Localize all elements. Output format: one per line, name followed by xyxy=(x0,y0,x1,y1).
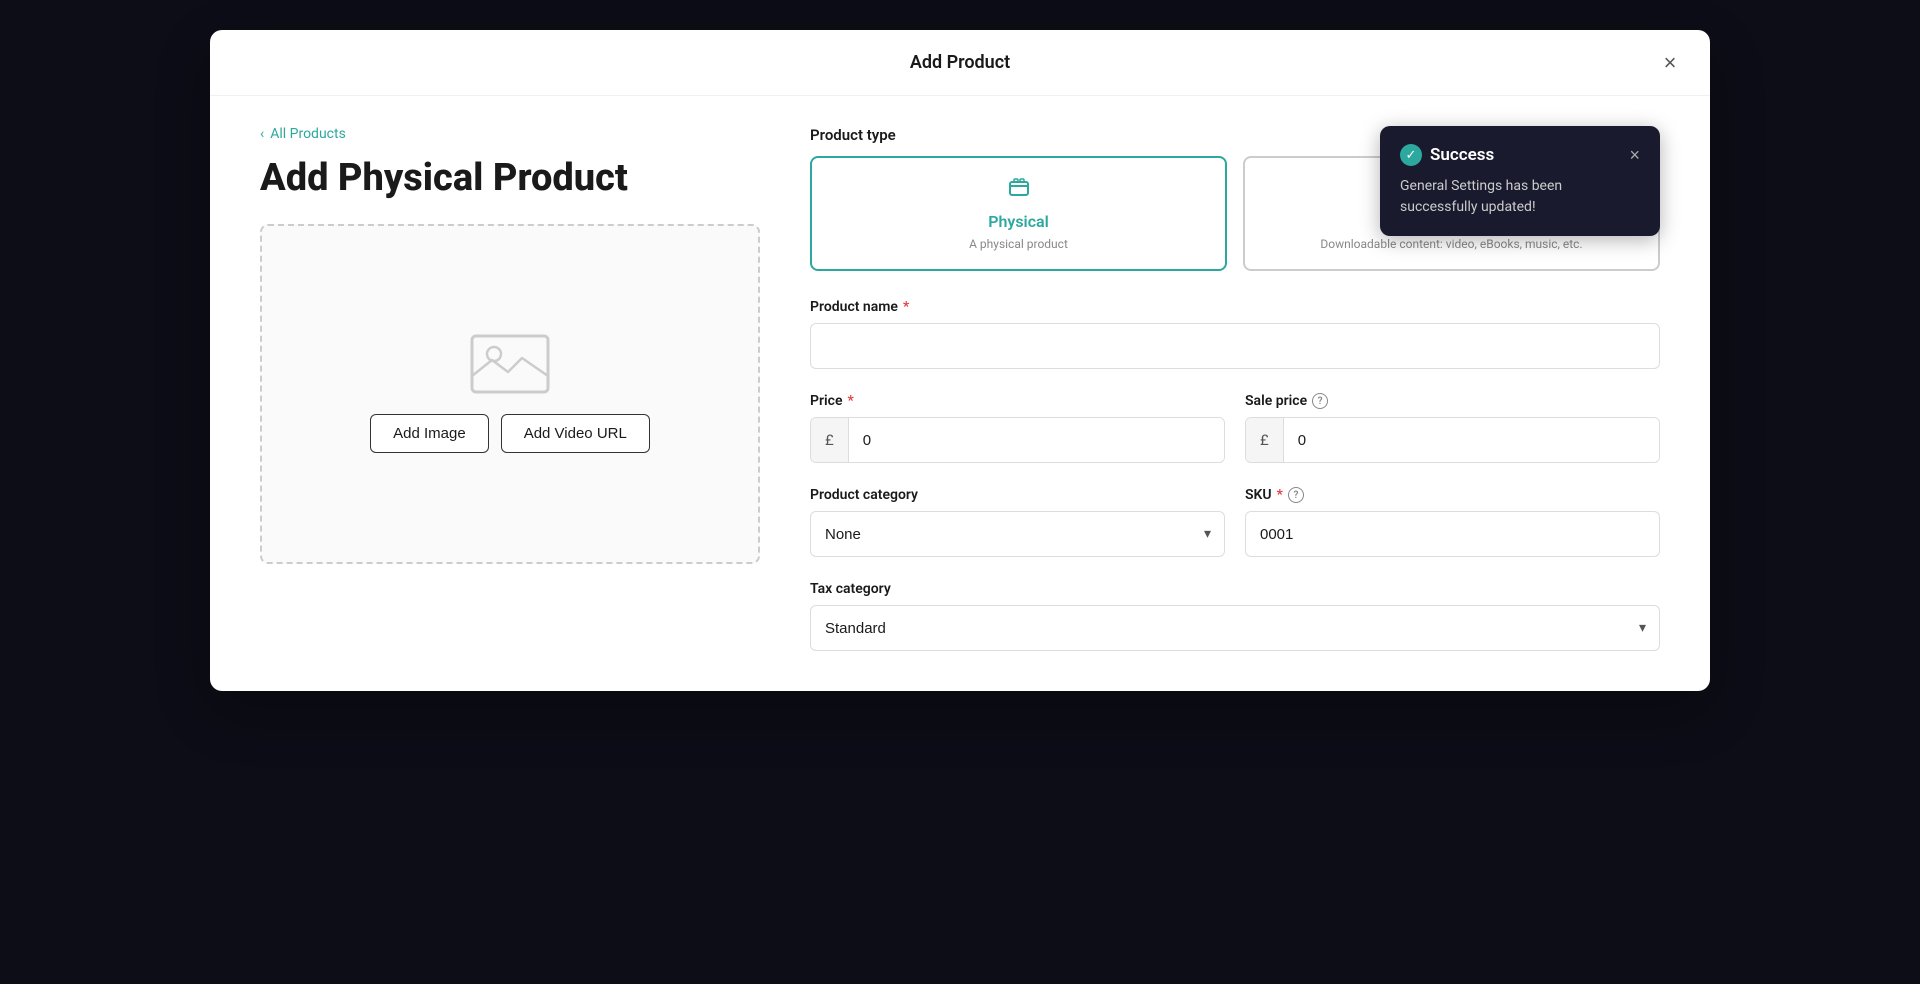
sku-required: * xyxy=(1277,487,1283,503)
product-name-label: Product name * xyxy=(810,299,1660,315)
sale-price-label: Sale price ? xyxy=(1245,393,1660,409)
price-row: Price * £ Sale price ? xyxy=(810,393,1660,463)
modal-header: Add Product × xyxy=(210,30,1710,96)
modal-overlay: Add Product × ‹ All Products Add Physica… xyxy=(0,0,1920,984)
tax-category-select[interactable]: Standard xyxy=(810,605,1660,651)
toast-title: Success xyxy=(1430,145,1494,165)
toast-header: ✓ Success × xyxy=(1400,144,1640,166)
sku-label: SKU * ? xyxy=(1245,487,1660,503)
right-column: ✓ Success × General Settings has been su… xyxy=(810,126,1660,651)
tax-category-group: Tax category Standard ▾ xyxy=(810,581,1660,651)
physical-type-name: Physical xyxy=(988,212,1049,231)
sku-group: SKU * ? xyxy=(1245,487,1660,557)
breadcrumb-chevron-icon: ‹ xyxy=(260,126,264,142)
sale-price-info-icon[interactable]: ? xyxy=(1312,393,1328,409)
category-select-wrapper: None ▾ xyxy=(810,511,1225,557)
toast-title-row: ✓ Success xyxy=(1400,144,1494,166)
add-image-button[interactable]: Add Image xyxy=(370,414,489,453)
category-select[interactable]: None xyxy=(810,511,1225,557)
modal-title: Add Product xyxy=(910,52,1010,73)
success-toast: ✓ Success × General Settings has been su… xyxy=(1380,126,1660,236)
toast-close-button[interactable]: × xyxy=(1629,146,1640,164)
product-type-physical[interactable]: Physical A physical product xyxy=(810,156,1227,271)
sku-info-icon[interactable]: ? xyxy=(1288,487,1304,503)
modal-close-button[interactable]: × xyxy=(1654,47,1686,79)
add-video-url-button[interactable]: Add Video URL xyxy=(501,414,650,453)
breadcrumb: ‹ All Products xyxy=(260,126,760,142)
physical-type-desc: A physical product xyxy=(969,237,1068,251)
price-currency-symbol: £ xyxy=(811,418,849,462)
price-required: * xyxy=(848,393,854,409)
add-product-modal: Add Product × ‹ All Products Add Physica… xyxy=(210,30,1710,691)
price-group: Price * £ xyxy=(810,393,1225,463)
success-check-icon: ✓ xyxy=(1400,144,1422,166)
tax-category-select-wrapper: Standard ▾ xyxy=(810,605,1660,651)
price-input-wrapper: £ xyxy=(810,417,1225,463)
image-placeholder-icon xyxy=(470,334,550,394)
modal-body: ‹ All Products Add Physical Product Add … xyxy=(210,96,1710,691)
sale-price-currency-symbol: £ xyxy=(1246,418,1284,462)
sale-price-input-wrapper: £ xyxy=(1245,417,1660,463)
upload-buttons: Add Image Add Video URL xyxy=(370,414,650,453)
tax-category-label: Tax category xyxy=(810,581,1660,597)
category-sku-row: Product category None ▾ SKU * ? xyxy=(810,487,1660,557)
product-name-group: Product name * xyxy=(810,299,1660,369)
image-upload-area: Add Image Add Video URL xyxy=(260,224,760,564)
product-name-required: * xyxy=(903,299,909,315)
page-title: Add Physical Product xyxy=(260,158,760,200)
toast-message: General Settings has been successfully u… xyxy=(1400,176,1640,218)
price-input[interactable] xyxy=(849,418,1224,462)
category-label: Product category xyxy=(810,487,1225,503)
category-group: Product category None ▾ xyxy=(810,487,1225,557)
sale-price-group: Sale price ? £ xyxy=(1245,393,1660,463)
digital-type-desc: Downloadable content: video, eBooks, mus… xyxy=(1320,237,1582,251)
price-label: Price * xyxy=(810,393,1225,409)
left-column: ‹ All Products Add Physical Product Add … xyxy=(260,126,760,651)
breadcrumb-link[interactable]: All Products xyxy=(270,126,346,142)
physical-type-icon xyxy=(1007,176,1031,206)
sku-input[interactable] xyxy=(1245,511,1660,557)
sale-price-input[interactable] xyxy=(1284,418,1659,462)
product-name-input[interactable] xyxy=(810,323,1660,369)
